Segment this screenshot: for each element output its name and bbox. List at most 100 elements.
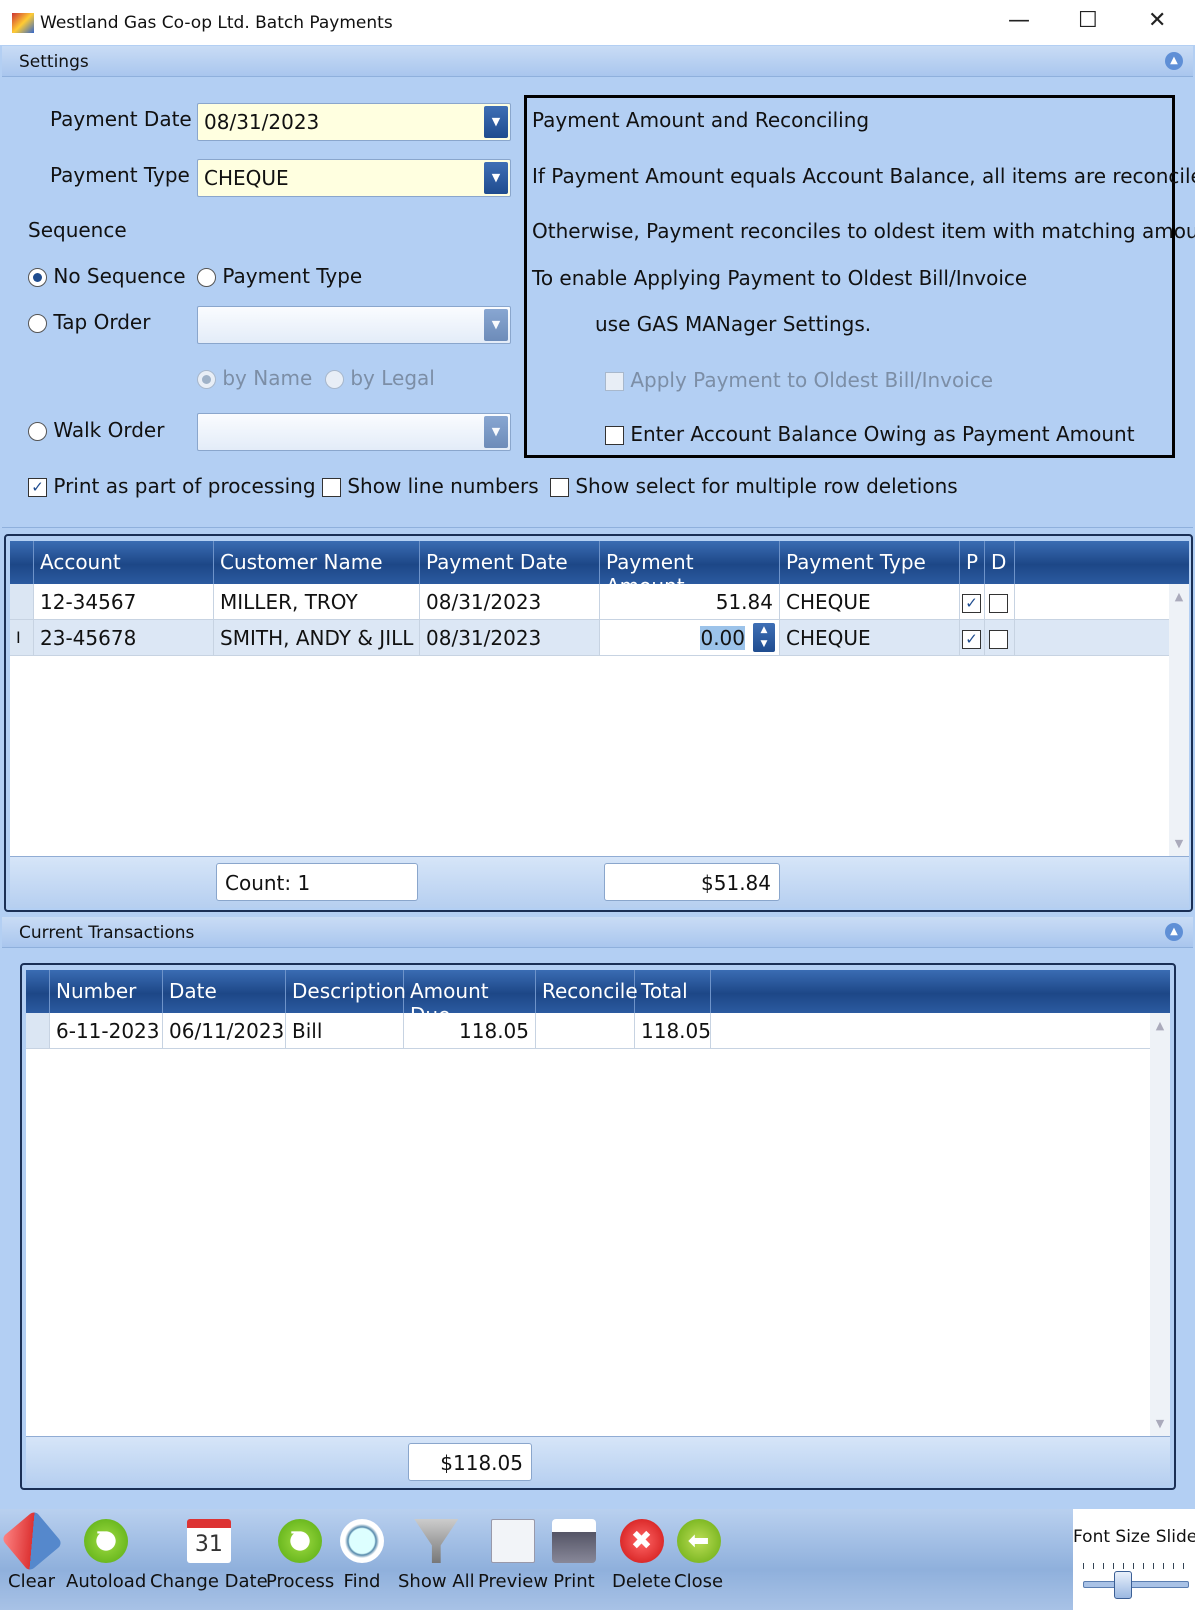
collapse-icon[interactable]: ▲: [1165, 923, 1183, 941]
tap-order-select[interactable]: ▼: [197, 306, 511, 344]
print-processing-checkbox[interactable]: ✓ Print as part of processing: [28, 474, 316, 498]
printer-icon: [552, 1519, 596, 1563]
cell-account[interactable]: 23-45678: [34, 620, 214, 655]
cell-amount-due[interactable]: 118.05: [404, 1013, 536, 1048]
font-size-slider-track[interactable]: [1083, 1581, 1189, 1588]
show-select-checkbox[interactable]: Show select for multiple row deletions: [550, 474, 958, 498]
row-header[interactable]: [26, 1013, 50, 1048]
table-row[interactable]: 6-11-2023 06/11/2023 Bill 118.05 118.05: [26, 1013, 1170, 1049]
radio-by-legal[interactable]: by Legal: [325, 366, 435, 390]
col-account[interactable]: Account: [34, 541, 214, 584]
show-all-button[interactable]: Show All: [398, 1519, 475, 1592]
enter-balance-checkbox[interactable]: Enter Account Balance Owing as Payment A…: [605, 422, 1135, 446]
dropdown-arrow-icon[interactable]: ▼: [484, 106, 508, 138]
info-line: Otherwise, Payment reconciles to oldest …: [532, 219, 1195, 243]
cell-name[interactable]: MILLER, TROY: [214, 584, 420, 619]
show-line-numbers-checkbox[interactable]: Show line numbers: [322, 474, 539, 498]
apply-oldest-checkbox[interactable]: Apply Payment to Oldest Bill/Invoice: [605, 368, 993, 392]
col-d[interactable]: D: [985, 541, 1015, 584]
process-button[interactable]: ↻ Process: [266, 1519, 334, 1592]
col-description[interactable]: Description: [286, 970, 406, 1013]
payment-date-label: Payment Date: [50, 107, 192, 131]
payments-grid: Account Customer Name Payment Date Payme…: [4, 534, 1193, 912]
autoload-button[interactable]: ↻ Autoload: [66, 1519, 146, 1592]
dropdown-arrow-icon[interactable]: ▼: [484, 309, 508, 341]
row-edit-indicator[interactable]: I: [10, 620, 34, 655]
close-window-button[interactable]: ✕: [1148, 8, 1166, 33]
minimize-button[interactable]: —: [1008, 8, 1030, 33]
cell-d[interactable]: [985, 620, 1015, 655]
checkbox-label: Apply Payment to Oldest Bill/Invoice: [630, 368, 994, 392]
cell-date[interactable]: 08/31/2023: [420, 584, 600, 619]
col-reconcile[interactable]: Reconcile: [536, 970, 638, 1013]
table-row[interactable]: 12-34567 MILLER, TROY 08/31/2023 51.84 C…: [10, 584, 1189, 620]
settings-header[interactable]: Settings ▲: [2, 46, 1193, 77]
radio-by-name[interactable]: by Name: [197, 366, 312, 390]
cell-amount[interactable]: 51.84: [600, 584, 780, 619]
vertical-scrollbar[interactable]: ▲ ▼: [1150, 1013, 1170, 1436]
radio-label: Tap Order: [53, 310, 151, 334]
amount-input[interactable]: 0.00: [700, 626, 745, 650]
col-p[interactable]: P: [960, 541, 985, 584]
info-line: If Payment Amount equals Account Balance…: [532, 164, 1195, 188]
payment-type-select[interactable]: CHEQUE ▼: [197, 159, 511, 197]
payment-date-picker[interactable]: 08/31/2023 ▼: [197, 103, 511, 141]
col-customer-name[interactable]: Customer Name: [214, 541, 420, 584]
cell-type[interactable]: CHEQUE: [780, 584, 960, 619]
col-payment-amount[interactable]: Payment Amount: [600, 541, 780, 598]
maximize-button[interactable]: ☐: [1078, 8, 1098, 33]
radio-payment-type[interactable]: Payment Type: [197, 264, 362, 288]
checkbox-label: Show select for multiple row deletions: [575, 474, 958, 498]
col-total[interactable]: Total: [635, 970, 711, 1013]
cell-account[interactable]: 12-34567: [34, 584, 214, 619]
delete-button[interactable]: ✖ Delete: [612, 1519, 671, 1592]
col-amount-due[interactable]: Amount Due: [404, 970, 536, 1027]
radio-tap-order[interactable]: Tap Order: [28, 310, 150, 334]
cell-date[interactable]: 08/31/2023: [420, 620, 600, 655]
row-header[interactable]: [10, 584, 34, 619]
cell-date[interactable]: 06/11/2023: [163, 1013, 286, 1048]
vertical-scrollbar[interactable]: ▲ ▼: [1169, 584, 1189, 856]
transactions-header[interactable]: Current Transactions ▲: [2, 917, 1193, 948]
print-button[interactable]: Print: [552, 1519, 596, 1592]
col-payment-type[interactable]: Payment Type: [780, 541, 960, 584]
cell-d[interactable]: [985, 584, 1015, 619]
close-button[interactable]: ⬅ Close: [674, 1519, 723, 1592]
clear-button[interactable]: Clear: [0, 1510, 63, 1592]
preview-button[interactable]: Preview: [478, 1519, 548, 1592]
collapse-icon[interactable]: ▲: [1165, 52, 1183, 70]
checkbox-label: Print as part of processing: [53, 474, 316, 498]
reconciling-info-box: Payment Amount and Reconciling If Paymen…: [524, 95, 1195, 458]
find-button[interactable]: Find: [340, 1519, 384, 1592]
cell-number[interactable]: 6-11-2023: [50, 1013, 163, 1048]
transactions-title: Current Transactions: [19, 923, 195, 943]
cell-name[interactable]: SMITH, ANDY & JILL: [214, 620, 420, 655]
checkbox-icon: [550, 478, 569, 497]
font-size-slider-thumb[interactable]: [1113, 1571, 1132, 1599]
title-bar: Westland Gas Co-op Ltd. Batch Payments —…: [0, 0, 1195, 45]
transactions-total-box: $118.05: [408, 1443, 532, 1481]
change-date-button[interactable]: 31 Change Date: [150, 1519, 268, 1592]
payments-grid-footer: Count: 1 $51.84: [10, 856, 1189, 908]
dropdown-arrow-icon[interactable]: ▼: [484, 162, 508, 194]
cell-description[interactable]: Bill: [286, 1013, 404, 1048]
cell-type[interactable]: CHEQUE: [780, 620, 960, 655]
dropdown-arrow-icon[interactable]: ▼: [484, 416, 508, 448]
amount-editor[interactable]: 0.00 ▲ ▼: [600, 620, 780, 655]
transactions-grid-footer: $118.05: [26, 1436, 1170, 1486]
payment-type-label: Payment Type: [50, 163, 190, 187]
radio-walk-order[interactable]: Walk Order: [28, 418, 164, 442]
col-payment-date[interactable]: Payment Date: [420, 541, 600, 584]
cell-total[interactable]: 118.05: [635, 1013, 711, 1048]
radio-no-sequence[interactable]: No Sequence: [28, 264, 186, 288]
table-row[interactable]: I 23-45678 SMITH, ANDY & JILL 08/31/2023…: [10, 620, 1189, 656]
cell-reconcile[interactable]: [536, 1013, 635, 1048]
col-number[interactable]: Number: [50, 970, 163, 1013]
back-arrow-icon: ⬅: [676, 1519, 721, 1563]
cell-p[interactable]: ✓: [960, 620, 985, 655]
checkbox-icon: [989, 594, 1008, 613]
walk-order-select[interactable]: ▼: [197, 413, 511, 451]
cell-p[interactable]: ✓: [960, 584, 985, 619]
col-date[interactable]: Date: [163, 970, 286, 1013]
spinner-icon[interactable]: ▲ ▼: [753, 623, 775, 652]
